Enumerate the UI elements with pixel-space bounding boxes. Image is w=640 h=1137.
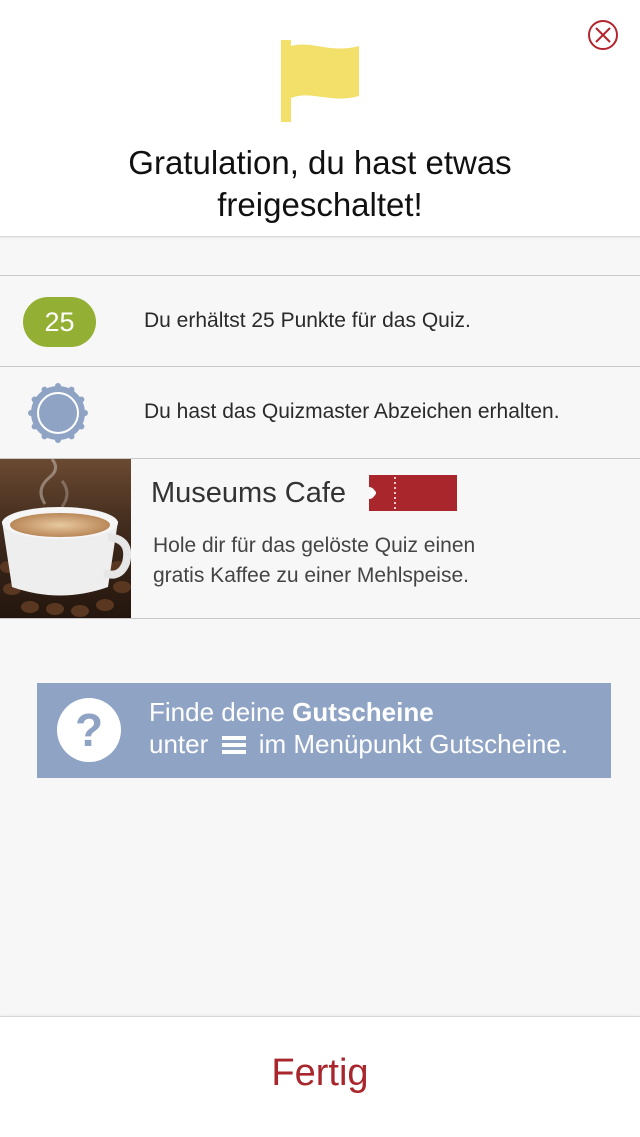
menu-icon [221, 736, 246, 754]
hint-line-1: Finde deine Gutscheine [149, 697, 434, 728]
page-title: Gratulation, du hast etwas freigeschalte… [0, 142, 640, 226]
done-button[interactable]: Fertig [0, 1017, 640, 1137]
hint-line-1-bold: Gutscheine [292, 697, 434, 727]
ticket-icon [369, 475, 457, 511]
title-line-2: freigeschaltet! [217, 186, 423, 223]
coffee-cup-image [0, 459, 131, 618]
badge-row: Du hast das Quizmaster Abzeichen erhalte… [0, 366, 640, 458]
voucher-description: Hole dir für das gelöste Quiz einen grat… [153, 531, 553, 591]
header: Gratulation, du hast etwas freigeschalte… [0, 0, 640, 237]
close-icon [595, 27, 611, 43]
points-text: Du erhältst 25 Punkte für das Quiz. [144, 309, 471, 332]
close-button[interactable] [588, 20, 618, 50]
flag-icon [281, 40, 359, 122]
hint-line-2: unter im Menüpunkt Gutscheine. [149, 729, 568, 760]
title-line-1: Gratulation, du hast etwas [128, 144, 512, 181]
hint-line-2-suffix: im Menüpunkt Gutscheine. [258, 729, 569, 759]
points-badge: 25 [23, 297, 96, 347]
footer: Fertig [0, 1016, 640, 1137]
badge-text: Du hast das Quizmaster Abzeichen erhalte… [144, 400, 560, 423]
vouchers-hint-box: ? Finde deine Gutscheine unter im Menüpu… [37, 683, 611, 778]
badge-seal-icon [28, 383, 88, 443]
points-row: 25 Du erhältst 25 Punkte für das Quiz. [0, 275, 640, 366]
voucher-row[interactable]: Museums Cafe Hole dir für das gelöste Qu… [0, 458, 640, 619]
voucher-desc-line-1: Hole dir für das gelöste Quiz einen [153, 534, 476, 557]
hint-line-1-text: Finde deine [149, 697, 293, 727]
voucher-title: Museums Cafe [151, 477, 347, 509]
hint-line-2-prefix: unter [149, 729, 209, 759]
voucher-desc-line-2: gratis Kaffee zu einer Mehlspeise. [153, 564, 469, 587]
help-icon: ? [57, 698, 121, 762]
